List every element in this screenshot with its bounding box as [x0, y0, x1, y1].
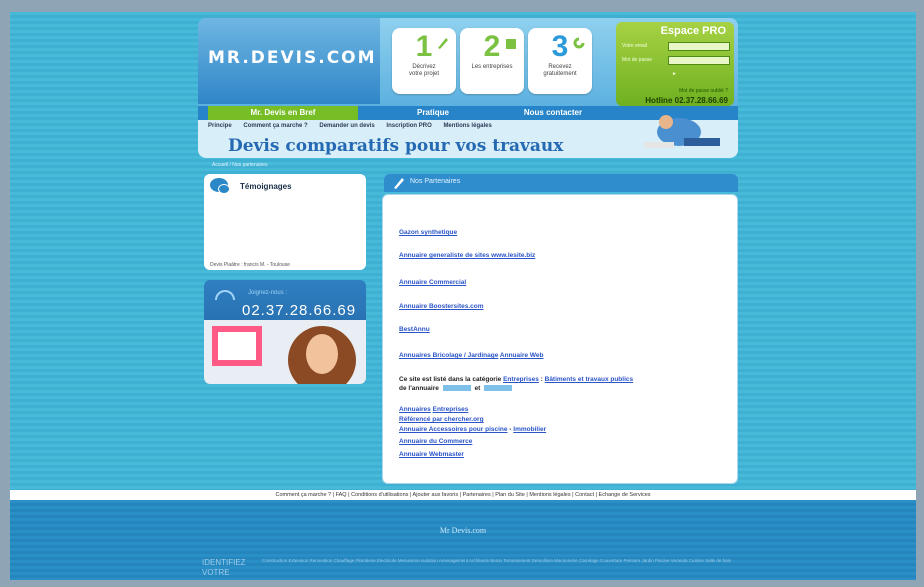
site-logo[interactable]: MR.DEVIS.COM	[198, 18, 380, 104]
category-entreprises-link[interactable]: Entreprises	[503, 376, 539, 383]
listing-notice: Ce site est listé dans la catégorie Entr…	[399, 376, 634, 392]
pro-password-label: Mot de passe	[622, 57, 653, 63]
testimonials-box: Témoignages Devis Plaâtre : francis M. -…	[204, 174, 366, 270]
pro-password-input[interactable]	[668, 56, 730, 65]
listed-tail: de l'annuaire	[399, 385, 439, 392]
immobilier-link[interactable]: Immobilier	[513, 426, 546, 433]
nav-pratique[interactable]: Pratique	[378, 106, 488, 120]
and-text: et	[474, 385, 481, 392]
footer-categories[interactable]: Construction Extension Renovation Chauff…	[262, 558, 742, 563]
annuaires-link[interactable]: Annuaires	[399, 406, 431, 413]
footer-band	[10, 500, 916, 580]
page-frame: MR.DEVIS.COM 1 Décrivez votre projet 2 L…	[10, 12, 916, 580]
step-line1: Décrivez	[412, 64, 436, 70]
speech-bubble-icon-secondary	[218, 184, 230, 194]
pro-title: Espace PRO	[660, 25, 726, 37]
hotline: Hotline 02.37.28.66.69	[645, 96, 728, 105]
testimonial-snippet: Devis Plaâtre : francis M. - Toulouse	[210, 262, 290, 268]
listed-text: Ce site est listé dans la catégorie	[399, 376, 502, 383]
breadcrumb: Accueil / Nos partenaires	[212, 162, 268, 168]
partners-panel: Gazon synthetique Annuaire generaliste d…	[382, 194, 738, 484]
pen-icon	[438, 38, 448, 49]
forgot-password-link[interactable]: Mot de passe oublié ?	[679, 88, 728, 94]
pro-password-row: Mot de passe	[620, 56, 732, 66]
entreprises-link[interactable]: Entreprises	[433, 406, 469, 413]
webmaster-link[interactable]: Annuaire Webmaster	[399, 451, 464, 458]
contact-phone: 02.37.28.66.69	[242, 302, 357, 319]
partner-link[interactable]: Annuaire generaliste de sites www.lesite…	[399, 252, 535, 259]
support-agent-photo	[204, 320, 366, 384]
annuaire-web-link[interactable]: Annuaire Web	[500, 352, 544, 359]
step-companies[interactable]: 2 Les entreprises	[460, 28, 524, 94]
pro-email-label: Votre email	[622, 43, 648, 49]
step-line2: gratuitement	[543, 71, 577, 77]
bricolage-link[interactable]: Annuaires Bricolage / Jardinage	[399, 352, 498, 359]
partner-link[interactable]: Annuaire Boostersites.com	[399, 303, 484, 310]
directory-badge[interactable]	[442, 385, 471, 392]
pro-login-panel: Espace PRO Votre email Mot de passe ► Mo…	[616, 22, 734, 106]
building-icon	[506, 39, 516, 49]
worker-illustration	[644, 115, 720, 148]
partner-link[interactable]: BestAnnu	[399, 326, 430, 333]
partners-title: Nos Partenaires	[410, 178, 461, 185]
refresh-icon	[573, 37, 585, 49]
reference-link[interactable]: Référencé par chercher.org	[399, 416, 484, 423]
piscine-link[interactable]: Annuaire Accessoires pour piscine	[399, 426, 508, 433]
nav-en-bref[interactable]: Mr. Devis en Bref	[208, 106, 358, 120]
step-line1: Les entreprises	[471, 64, 513, 70]
subnav-demander[interactable]: Demander un devis	[319, 123, 374, 129]
headset-icon	[215, 290, 235, 301]
pro-email-row: Votre email	[620, 42, 732, 52]
commerce-link[interactable]: Annuaire du Commerce	[399, 438, 472, 445]
subnav-inscription[interactable]: Inscription PRO	[386, 123, 431, 129]
pro-submit-arrow-icon[interactable]: ►	[672, 71, 677, 77]
piscine-line: Annuaire Accessoires pour piscine - Immo…	[399, 426, 547, 433]
subnav-mentions[interactable]: Mentions légales	[443, 123, 491, 129]
partner-link[interactable]: Gazon synthetique	[399, 229, 457, 236]
testimonials-title: Témoignages	[240, 182, 292, 191]
bricolage-line: Annuaires Bricolage / Jardinage Annuaire…	[399, 351, 544, 360]
step-line1: Recevez	[548, 64, 572, 70]
directory-badge[interactable]	[484, 385, 513, 392]
footer-links[interactable]: Comment ça marche ? | FAQ | Conditions d…	[10, 490, 916, 500]
sub-nav: Principe Comment ça marche ? Demander un…	[198, 115, 738, 158]
footer-identify: IDENTIFIEZ VOTRE	[202, 558, 246, 578]
partners-tab: Nos Partenaires	[384, 174, 738, 192]
footer-left-line1: IDENTIFIEZ	[202, 558, 246, 567]
tagline: Devis comparatifs pour vos travaux	[228, 136, 564, 156]
partner-link[interactable]: Annuaire Commercial	[399, 279, 466, 286]
step-describe[interactable]: 1 Décrivez votre projet	[392, 28, 456, 94]
step-line2: votre projet	[408, 71, 439, 77]
pen-icon	[394, 178, 404, 189]
site-header: MR.DEVIS.COM 1 Décrivez votre projet 2 L…	[198, 18, 738, 158]
category-btp-link[interactable]: Bâtiments et travaux publics	[545, 376, 634, 383]
footer-site-name: Mr Devis.com	[439, 526, 487, 535]
pro-email-input[interactable]	[668, 42, 730, 51]
contact-label: Joignez-nous :	[248, 290, 288, 296]
logo-text: MR.DEVIS.COM	[208, 48, 377, 68]
subnav-principe[interactable]: Principe	[208, 123, 232, 129]
annuaires-line: Annuaires Entreprises	[399, 405, 468, 414]
step-receive[interactable]: 3 Recevez gratuitement	[528, 28, 592, 94]
contact-box: Joignez-nous : 02.37.28.66.69	[204, 280, 366, 384]
footer-left-line2: VOTRE	[202, 568, 230, 577]
subnav-comment[interactable]: Comment ça marche ?	[243, 123, 307, 129]
